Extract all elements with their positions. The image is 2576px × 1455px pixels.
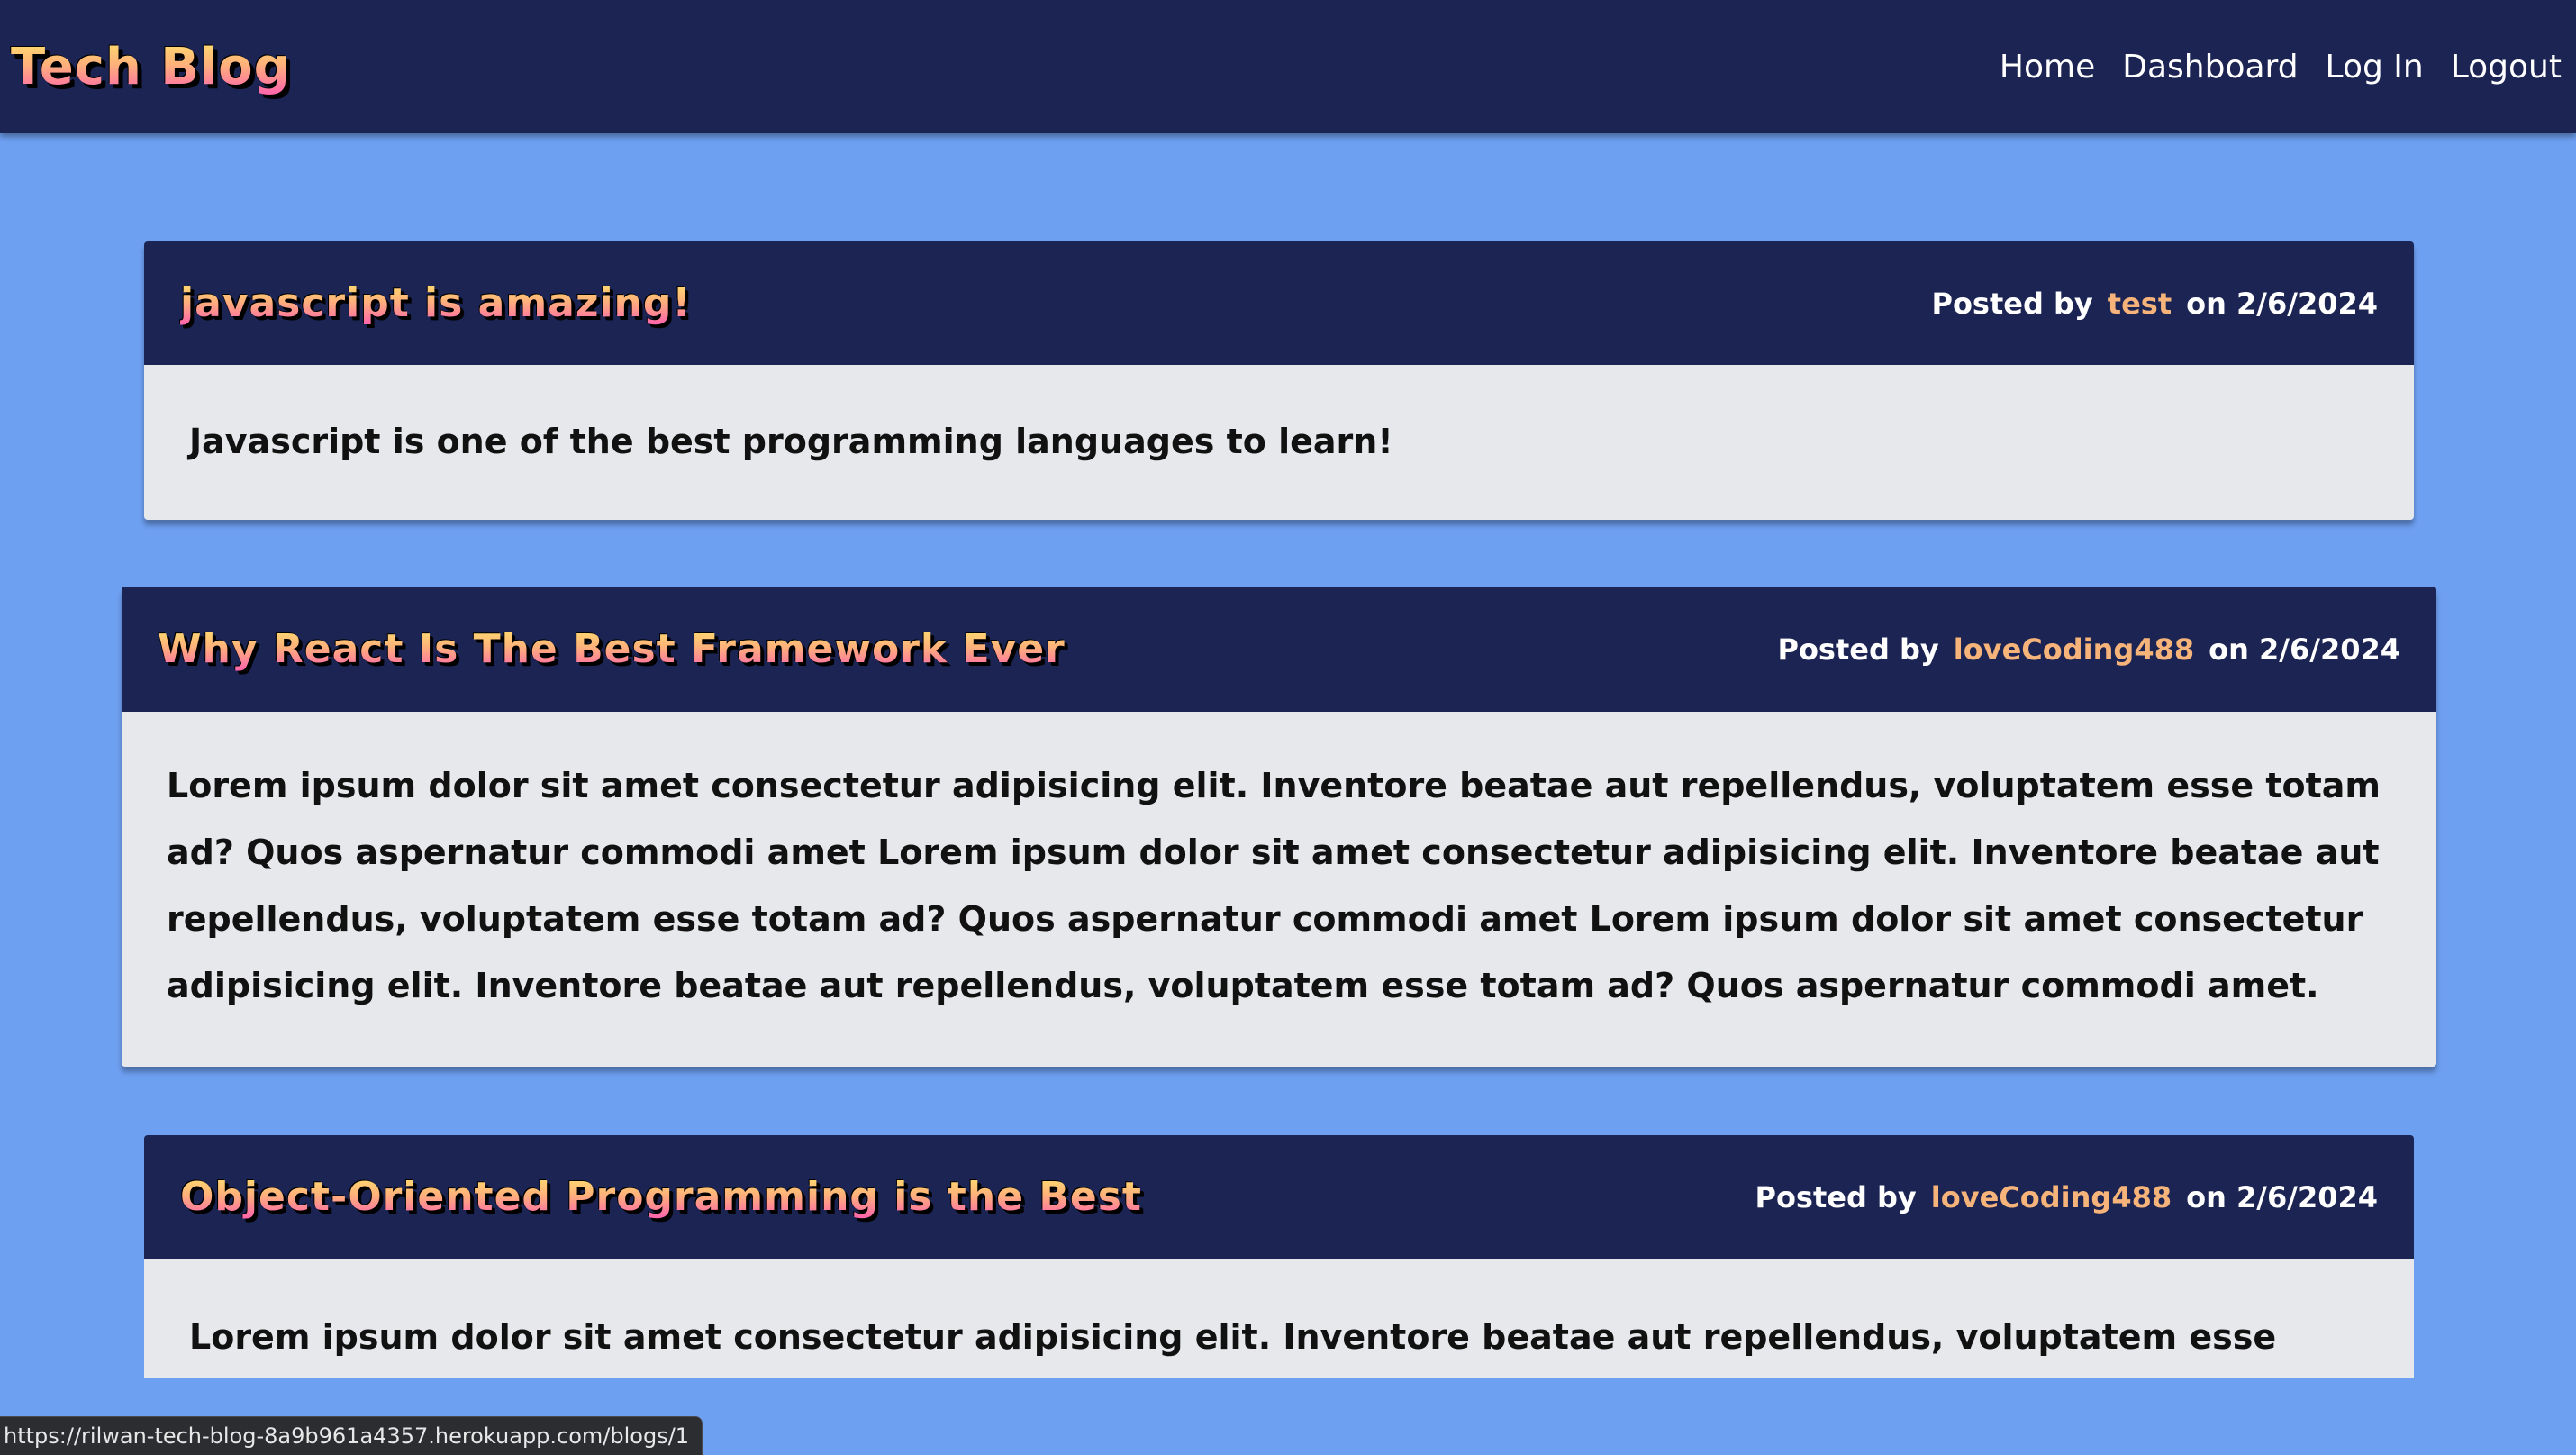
post-content: Lorem ipsum dolor sit amet consectetur a… xyxy=(122,712,2436,1067)
link-status-url: https://rilwan-tech-blog-8a9b961a4357.he… xyxy=(0,1416,703,1455)
posted-by-label: Posted by xyxy=(1755,1179,1917,1214)
site-header: Tech Blog Home Dashboard Log In Logout xyxy=(0,0,2576,133)
blog-post-card[interactable]: Why React Is The Best Framework Ever Pos… xyxy=(122,587,2436,1067)
post-author: loveCoding488 xyxy=(1953,632,2195,667)
blog-post-card[interactable]: javascript is amazing! Posted by test on… xyxy=(144,241,2414,520)
nav-dashboard-link[interactable]: Dashboard xyxy=(2122,49,2298,86)
post-author: loveCoding488 xyxy=(1930,1179,2172,1214)
post-date: on 2/6/2024 xyxy=(2209,632,2400,667)
post-meta: Posted by loveCoding488 on 2/6/2024 xyxy=(1755,1180,2378,1214)
post-header: Why React Is The Best Framework Ever Pos… xyxy=(122,587,2436,712)
post-date: on 2/6/2024 xyxy=(2186,1179,2378,1214)
blog-post-card[interactable]: Object-Oriented Programming is the Best … xyxy=(144,1135,2414,1378)
post-content: Javascript is one of the best programmin… xyxy=(144,365,2414,520)
nav-login-link[interactable]: Log In xyxy=(2326,49,2424,86)
post-title[interactable]: javascript is amazing! xyxy=(180,280,691,326)
nav-logout-link[interactable]: Logout xyxy=(2451,49,2562,86)
post-title[interactable]: Why React Is The Best Framework Ever xyxy=(158,626,1066,672)
post-date: on 2/6/2024 xyxy=(2186,286,2378,321)
post-content: Lorem ipsum dolor sit amet consectetur a… xyxy=(144,1259,2414,1378)
post-meta: Posted by test on 2/6/2024 xyxy=(1931,286,2378,321)
posted-by-label: Posted by xyxy=(1931,286,2093,321)
posted-by-label: Posted by xyxy=(1777,632,1939,667)
site-brand[interactable]: Tech Blog xyxy=(11,38,291,96)
main-nav: Home Dashboard Log In Logout xyxy=(2000,49,2562,86)
post-title[interactable]: Object-Oriented Programming is the Best xyxy=(180,1174,1142,1220)
post-author: test xyxy=(2107,286,2172,321)
nav-home-link[interactable]: Home xyxy=(2000,49,2095,86)
post-meta: Posted by loveCoding488 on 2/6/2024 xyxy=(1777,632,2400,667)
post-header: javascript is amazing! Posted by test on… xyxy=(144,241,2414,365)
post-header: Object-Oriented Programming is the Best … xyxy=(144,1135,2414,1259)
